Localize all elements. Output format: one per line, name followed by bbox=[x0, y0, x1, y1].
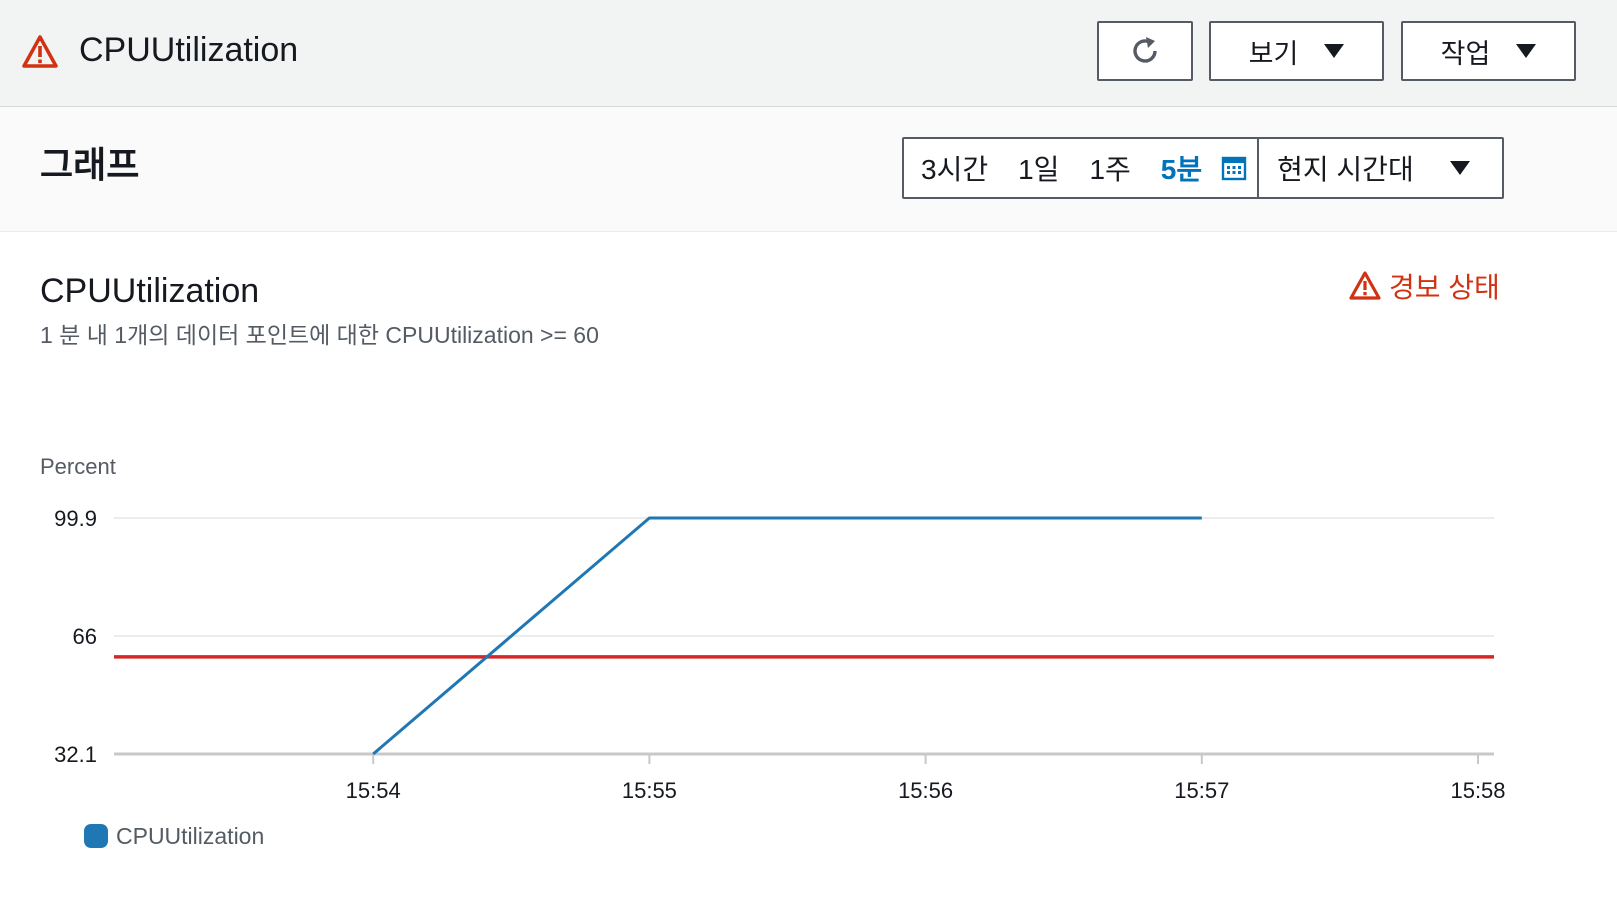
y-tick-label: 99.9 bbox=[54, 506, 97, 531]
y-tick-label: 66 bbox=[73, 624, 97, 649]
view-dropdown[interactable]: 보기 bbox=[1209, 21, 1384, 81]
x-tick-label: 15:58 bbox=[1450, 778, 1505, 803]
legend-swatch bbox=[84, 824, 108, 848]
actions-dropdown[interactable]: 작업 bbox=[1401, 21, 1576, 81]
y-tick-label: 32.1 bbox=[54, 742, 97, 767]
x-tick-label: 15:57 bbox=[1174, 778, 1229, 803]
x-tick-label: 15:55 bbox=[622, 778, 677, 803]
caret-down-icon bbox=[1516, 44, 1537, 58]
x-tick-label: 15:56 bbox=[898, 778, 953, 803]
refresh-button[interactable] bbox=[1097, 21, 1193, 81]
x-tick-label: 15:54 bbox=[346, 778, 401, 803]
refresh-icon bbox=[1133, 37, 1157, 63]
actions-label: 작업 bbox=[1440, 38, 1491, 69]
legend-label: CPUUtilization bbox=[116, 823, 264, 849]
caret-down-icon bbox=[1324, 44, 1345, 58]
y-axis-label: Percent bbox=[40, 454, 116, 479]
warning-triangle-icon bbox=[22, 35, 58, 68]
cpu-line-chart: Percent 32.1 66 99.9 15:54 15:55 15:56 15:57 1… bbox=[40, 454, 1506, 849]
view-label: 보기 bbox=[1248, 38, 1299, 69]
page-title: CPUUtilization bbox=[79, 31, 299, 69]
alarm-header: CPUUtilization 보기 작업 bbox=[0, 0, 1617, 106]
